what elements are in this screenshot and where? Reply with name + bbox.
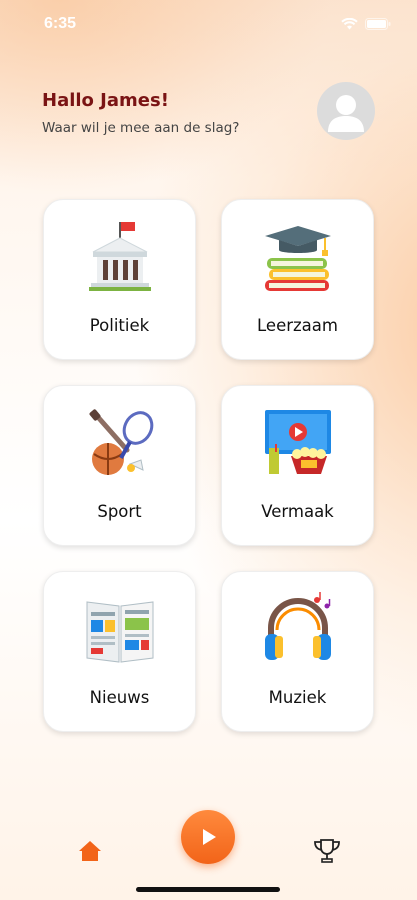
category-card-politiek[interactable]: Politiek <box>43 199 196 360</box>
category-label: Politiek <box>89 316 150 335</box>
category-label: Nieuws <box>89 688 150 707</box>
nav-home-button[interactable] <box>78 840 102 866</box>
category-grid: Politiek Leerzaam Sport Vermaak Nieuws M… <box>43 199 375 732</box>
greeting-title: Hallo James! <box>42 90 169 111</box>
greeting-block: Hallo James! Waar wil je mee aan de slag… <box>42 90 239 136</box>
home-icon <box>79 841 101 861</box>
greeting-subtitle: Waar wil je mee aan de slag? <box>42 120 240 136</box>
category-label: Leerzaam <box>257 316 338 335</box>
sports-equipment-icon <box>89 409 153 475</box>
category-label: Sport <box>97 502 142 521</box>
category-card-leerzaam[interactable]: Leerzaam <box>221 199 374 360</box>
category-card-sport[interactable]: Sport <box>43 385 196 546</box>
category-card-nieuws[interactable]: Nieuws <box>43 571 196 732</box>
battery-icon <box>365 18 391 30</box>
government-building-icon <box>88 222 151 291</box>
home-indicator <box>136 887 280 892</box>
category-card-vermaak[interactable]: Vermaak <box>221 385 374 546</box>
status-time: 6:35 <box>44 15 77 32</box>
trophy-icon <box>314 839 340 863</box>
books-graduation-cap-icon <box>264 226 331 291</box>
nav-trophy-button[interactable] <box>312 838 342 868</box>
avatar[interactable] <box>317 82 375 140</box>
wifi-icon <box>341 18 358 30</box>
bottom-nav <box>0 806 417 900</box>
play-button[interactable] <box>181 810 235 864</box>
play-icon <box>203 829 216 845</box>
headphones-icon <box>264 592 331 660</box>
category-card-muziek[interactable]: Muziek <box>221 571 374 732</box>
category-label: Muziek <box>268 688 327 707</box>
newspaper-icon <box>86 601 153 663</box>
user-icon <box>328 95 364 132</box>
status-bar: 6:35 <box>0 0 417 48</box>
entertainment-icon <box>264 410 331 474</box>
category-label: Vermaak <box>261 502 334 521</box>
